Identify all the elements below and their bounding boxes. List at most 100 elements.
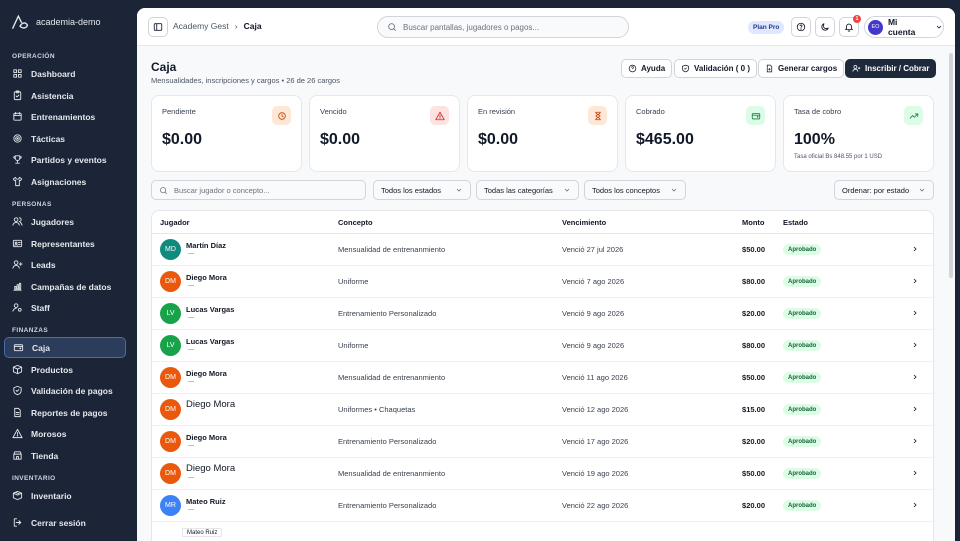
- sidebar-item-caja[interactable]: Caja: [4, 337, 126, 358]
- chevron-right-icon[interactable]: [911, 405, 919, 413]
- table-row[interactable]: LV Lucas Vargas — Uniforme Venció 9 ago 2026…: [152, 330, 933, 362]
- chevron-right-icon[interactable]: [911, 277, 919, 285]
- status-badge: Aprobado: [783, 436, 822, 447]
- concept-cell: Uniformes • Chaquetas: [338, 405, 416, 414]
- brand-name: academia-demo: [36, 17, 101, 27]
- theme-toggle-button[interactable]: [815, 17, 835, 37]
- question-icon: [796, 22, 806, 32]
- due-date-cell: Venció 9 ago 2026: [562, 309, 625, 318]
- due-date-cell: Venció 19 ago 2026: [562, 469, 629, 478]
- sidebar-item-reportes-de-pagos[interactable]: Reportes de pagos: [4, 402, 126, 423]
- validation-button[interactable]: Validación ( 0 ): [674, 59, 758, 78]
- due-date-cell: Venció 11 ago 2026: [562, 373, 628, 382]
- sidebar-item-label: Reportes de pagos: [31, 407, 108, 418]
- status-badge: Aprobado: [783, 500, 822, 511]
- sidebar-toggle-button[interactable]: [148, 17, 168, 37]
- due-date-cell: Venció 7 ago 2026: [562, 277, 625, 286]
- avatar: DM: [160, 431, 181, 452]
- chevron-right-icon[interactable]: [911, 373, 919, 381]
- player-category: —: [188, 475, 194, 481]
- stat-label: Vencido: [320, 107, 347, 116]
- table-row[interactable]: DM Diego Mora Uniformes • Chaquetas Venció …: [152, 394, 933, 426]
- player-category: —: [188, 315, 194, 321]
- amount-cell: $80.00: [742, 277, 765, 286]
- sidebar-item-productos[interactable]: Productos: [4, 359, 126, 380]
- table-row[interactable]: MR Mateo Ruiz — Entrenamiento Personalizado…: [152, 490, 933, 522]
- sidebar-item-staff[interactable]: Staff: [4, 297, 126, 318]
- page-title: Caja: [151, 60, 177, 74]
- concept-cell: Mensualidad de entrenanmiento: [338, 245, 446, 254]
- sidebar-item-asistencia[interactable]: Asistencia: [4, 85, 126, 106]
- concept-filter-select[interactable]: Todos los conceptos: [584, 180, 686, 200]
- stat-value: $465.00: [636, 131, 694, 148]
- table-row[interactable]: MD Martín Díaz — Mensualidad de entrenanmie…: [152, 234, 933, 266]
- sort-select[interactable]: Ordenar: por estado: [834, 180, 934, 200]
- avatar: LV: [160, 303, 181, 324]
- account-menu-button[interactable]: EO Mi cuenta: [864, 16, 944, 38]
- sidebar-item-morosos[interactable]: Morosos: [4, 423, 126, 444]
- sidebar-item-t-cticas[interactable]: Tácticas: [4, 128, 126, 149]
- global-search-input[interactable]: Buscar pantallas, jugadores o pagos...: [377, 16, 629, 38]
- concept-filter-value: Todos los conceptos: [592, 185, 660, 195]
- status-filter-select[interactable]: Todos los estados: [373, 180, 471, 200]
- sidebar-item-dashboard[interactable]: Dashboard: [4, 63, 126, 84]
- sidebar-item-label: Dashboard: [31, 68, 76, 79]
- sidebar-item-tienda[interactable]: Tienda: [4, 445, 126, 466]
- store-icon: [13, 451, 22, 460]
- chevron-right-icon[interactable]: [911, 309, 919, 317]
- file-plus-icon: [766, 64, 773, 73]
- chevron-right-icon[interactable]: [911, 341, 919, 349]
- status-badge: Aprobado: [783, 308, 822, 319]
- chevron-right-icon[interactable]: [911, 469, 919, 477]
- category-filter-select[interactable]: Todas las categorías: [476, 180, 579, 200]
- stat-label: Cobrado: [636, 107, 665, 116]
- avatar: DM: [160, 367, 181, 388]
- header-player: Jugador: [160, 218, 190, 227]
- brand[interactable]: academia-demo: [10, 12, 101, 32]
- player-search-placeholder: Buscar jugador o concepto...: [174, 185, 270, 195]
- calendar-icon: [13, 111, 22, 121]
- chevron-right-icon[interactable]: [911, 437, 919, 445]
- chevron-right-icon[interactable]: [911, 245, 919, 253]
- help-circle-button[interactable]: [791, 17, 811, 37]
- stat-value: $0.00: [162, 131, 203, 148]
- player-search-input[interactable]: Buscar jugador o concepto...: [151, 180, 366, 200]
- sidebar-item-partidos-y-eventos[interactable]: Partidos y eventos: [4, 149, 126, 170]
- grid-icon: [13, 69, 22, 78]
- validation-button-label: Validación ( 0 ): [694, 64, 751, 73]
- help-button-label: Ayuda: [641, 64, 666, 73]
- sidebar-item-inventario[interactable]: Inventario: [4, 485, 126, 506]
- table-row[interactable]: DM Diego Mora — Entrenamiento Personalizado…: [152, 426, 933, 458]
- breadcrumb: Academy Gest › Caja: [173, 21, 262, 31]
- sidebar-item-label: Leads: [31, 259, 56, 270]
- stat-label: Pendiente: [162, 107, 196, 116]
- logout-button[interactable]: Cerrar sesión: [4, 512, 126, 533]
- table-row[interactable]: DM Diego Mora — Mensualidad de entrenanmien…: [152, 458, 933, 490]
- sidebar-item-jugadores[interactable]: Jugadores: [4, 211, 126, 232]
- sidebar-item-entrenamientos[interactable]: Entrenamientos: [4, 106, 126, 127]
- scrollbar[interactable]: [949, 53, 953, 278]
- enroll-charge-button[interactable]: Inscribir / Cobrar: [845, 59, 937, 78]
- breadcrumb-separator: ›: [234, 21, 238, 31]
- table-row[interactable]: DM Diego Mora — Uniforme Venció 7 ago 2026 $8…: [152, 266, 933, 298]
- sidebar-item-representantes[interactable]: Representantes: [4, 233, 126, 254]
- sidebar-item-validaci-n-de-pagos[interactable]: Validación de pagos: [4, 380, 126, 401]
- help-button[interactable]: Ayuda: [621, 59, 673, 78]
- sidebar-item-asignaciones[interactable]: Asignaciones: [4, 171, 126, 192]
- package-icon: [12, 490, 23, 501]
- player-category: —: [188, 283, 194, 289]
- chevron-right-icon[interactable]: [911, 501, 919, 509]
- due-date-cell: Venció 12 ago 2026: [562, 405, 629, 414]
- sidebar-item-label: Inventario: [31, 490, 72, 501]
- table-row[interactable]: DM Diego Mora — Mensualidad de entrenanmien…: [152, 362, 933, 394]
- concept-cell: Entrenamiento Personalizado: [338, 437, 437, 446]
- chevron-down-icon: [456, 188, 462, 192]
- generate-charges-button[interactable]: Generar cargos: [758, 59, 845, 78]
- warning-icon: [434, 111, 445, 120]
- breadcrumb-root[interactable]: Academy Gest: [173, 21, 229, 31]
- sidebar-item-leads[interactable]: Leads: [4, 254, 126, 275]
- header-concept: Concepto: [338, 218, 373, 227]
- table-row[interactable]: LV Lucas Vargas — Entrenamiento Personaliza…: [152, 298, 933, 330]
- panel-icon: [153, 23, 163, 31]
- sidebar-item-campa-as-de-datos[interactable]: Campañas de datos: [4, 276, 126, 297]
